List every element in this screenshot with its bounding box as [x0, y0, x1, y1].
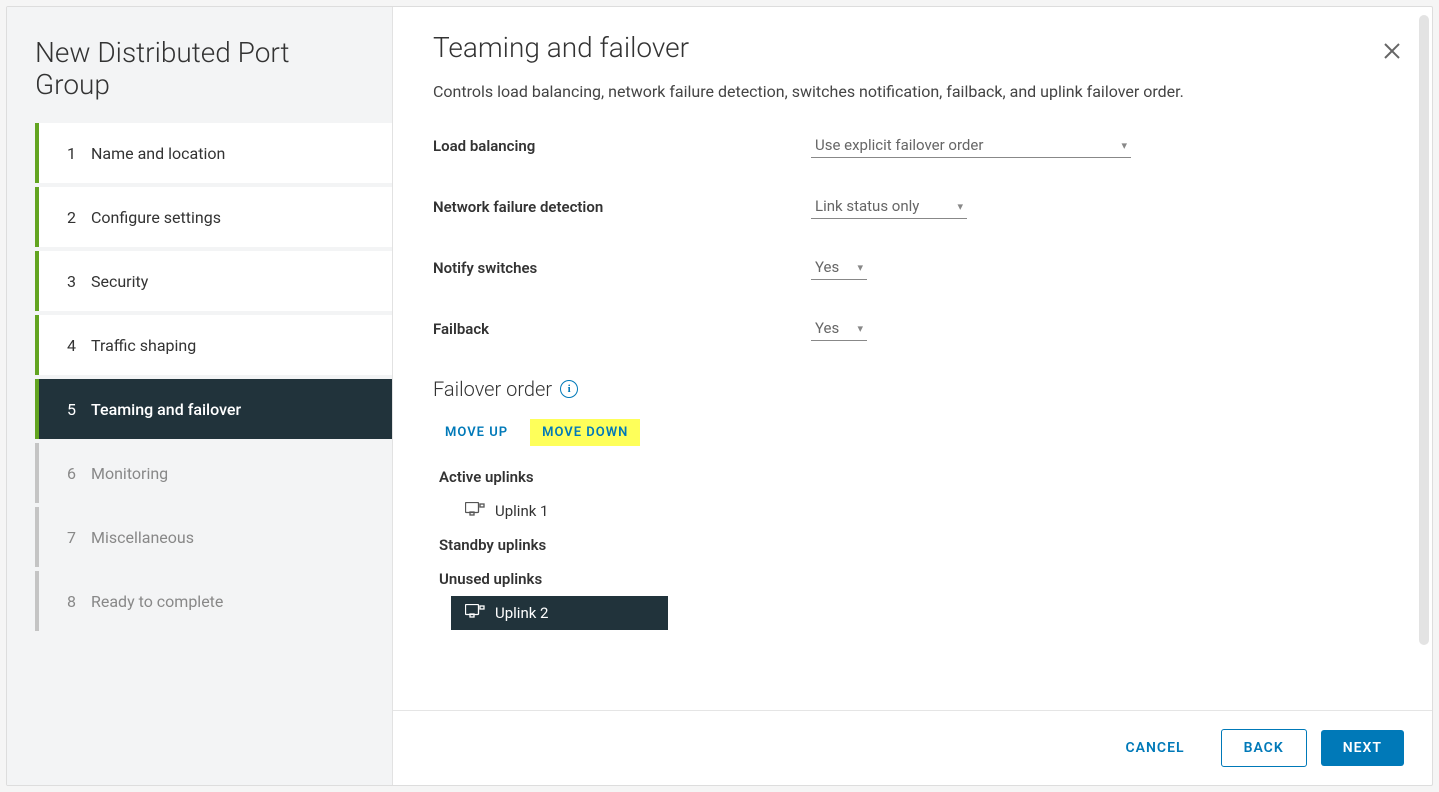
uplink-name: Uplink 1	[495, 502, 548, 520]
move-down-button[interactable]: MOVE DOWN	[530, 419, 640, 446]
select-network-failure-detection[interactable]: Link status only ▾	[811, 194, 967, 219]
step-label: Traffic shaping	[91, 336, 196, 355]
nic-icon	[465, 604, 485, 622]
wizard-step-3[interactable]: 3Security	[35, 251, 392, 311]
select-failback[interactable]: Yes ▾	[811, 316, 867, 341]
select-value: Link status only	[815, 197, 919, 215]
step-number: 8	[67, 592, 91, 611]
step-number: 3	[67, 272, 91, 291]
step-number: 5	[67, 400, 91, 419]
chevron-down-icon: ▾	[957, 200, 963, 213]
select-load-balancing[interactable]: Use explicit failover order ▾	[811, 133, 1131, 158]
wizard-sidebar: New Distributed Port Group 1Name and loc…	[7, 7, 393, 785]
move-buttons: MOVE UP MOVE DOWN	[433, 419, 1392, 446]
step-number: 1	[67, 144, 91, 163]
next-button[interactable]: NEXT	[1321, 730, 1404, 766]
step-number: 7	[67, 528, 91, 547]
failover-order-label: Failover order	[433, 377, 552, 401]
wizard-step-7: 7Miscellaneous	[35, 507, 392, 567]
row-notify-switches: Notify switches Yes ▾	[433, 255, 1392, 280]
step-label: Ready to complete	[91, 592, 223, 611]
nic-icon	[465, 502, 485, 520]
wizard-step-2[interactable]: 2Configure settings	[35, 187, 392, 247]
back-button[interactable]: BACK	[1221, 729, 1307, 767]
uplink-item[interactable]: Uplink 1	[451, 494, 562, 528]
wizard-step-4[interactable]: 4Traffic shaping	[35, 315, 392, 375]
uplink-item[interactable]: Uplink 2	[451, 596, 668, 630]
select-notify-switches[interactable]: Yes ▾	[811, 255, 867, 280]
wizard-step-5[interactable]: 5Teaming and failover	[35, 379, 392, 439]
main-panel: Teaming and failover Controls load balan…	[393, 7, 1432, 785]
wizard-step-6: 6Monitoring	[35, 443, 392, 503]
info-icon[interactable]: i	[560, 380, 578, 398]
step-label: Miscellaneous	[91, 528, 194, 547]
step-label: Teaming and failover	[91, 400, 241, 419]
scrollbar[interactable]	[1419, 15, 1429, 645]
active-uplinks-label: Active uplinks	[433, 460, 1392, 494]
standby-uplinks-label: Standby uplinks	[433, 528, 1392, 562]
row-network-failure-detection: Network failure detection Link status on…	[433, 194, 1392, 219]
page-title: Teaming and failover	[433, 31, 1392, 64]
chevron-down-icon: ▾	[857, 322, 863, 335]
failover-order-heading: Failover order i	[433, 377, 1392, 401]
footer: CANCEL BACK NEXT	[393, 710, 1432, 785]
step-label: Monitoring	[91, 464, 168, 483]
uplink-name: Uplink 2	[495, 604, 548, 622]
move-up-button[interactable]: MOVE UP	[433, 419, 520, 446]
step-label: Name and location	[91, 144, 225, 163]
close-icon[interactable]	[1380, 39, 1404, 63]
unused-uplinks-label: Unused uplinks	[433, 562, 1392, 596]
wizard-title: New Distributed Port Group	[7, 31, 392, 123]
step-label: Security	[91, 272, 148, 291]
row-failback: Failback Yes ▾	[433, 316, 1392, 341]
wizard-step-1[interactable]: 1Name and location	[35, 123, 392, 183]
wizard-dialog: New Distributed Port Group 1Name and loc…	[6, 6, 1433, 786]
wizard-step-8: 8Ready to complete	[35, 571, 392, 631]
select-value: Yes	[815, 258, 839, 276]
label-failback: Failback	[433, 320, 811, 338]
select-value: Yes	[815, 319, 839, 337]
step-number: 4	[67, 336, 91, 355]
row-load-balancing: Load balancing Use explicit failover ord…	[433, 133, 1392, 158]
page-description: Controls load balancing, network failure…	[433, 82, 1392, 101]
label-notify-switches: Notify switches	[433, 259, 811, 277]
cancel-button[interactable]: CANCEL	[1104, 730, 1207, 766]
chevron-down-icon: ▾	[857, 261, 863, 274]
label-network-failure-detection: Network failure detection	[433, 198, 811, 216]
content-area: Teaming and failover Controls load balan…	[393, 7, 1432, 710]
wizard-steps: 1Name and location2Configure settings3Se…	[7, 123, 392, 635]
label-load-balancing: Load balancing	[433, 137, 811, 155]
step-number: 6	[67, 464, 91, 483]
step-label: Configure settings	[91, 208, 221, 227]
chevron-down-icon: ▾	[1121, 139, 1127, 152]
select-value: Use explicit failover order	[815, 136, 983, 154]
step-number: 2	[67, 208, 91, 227]
